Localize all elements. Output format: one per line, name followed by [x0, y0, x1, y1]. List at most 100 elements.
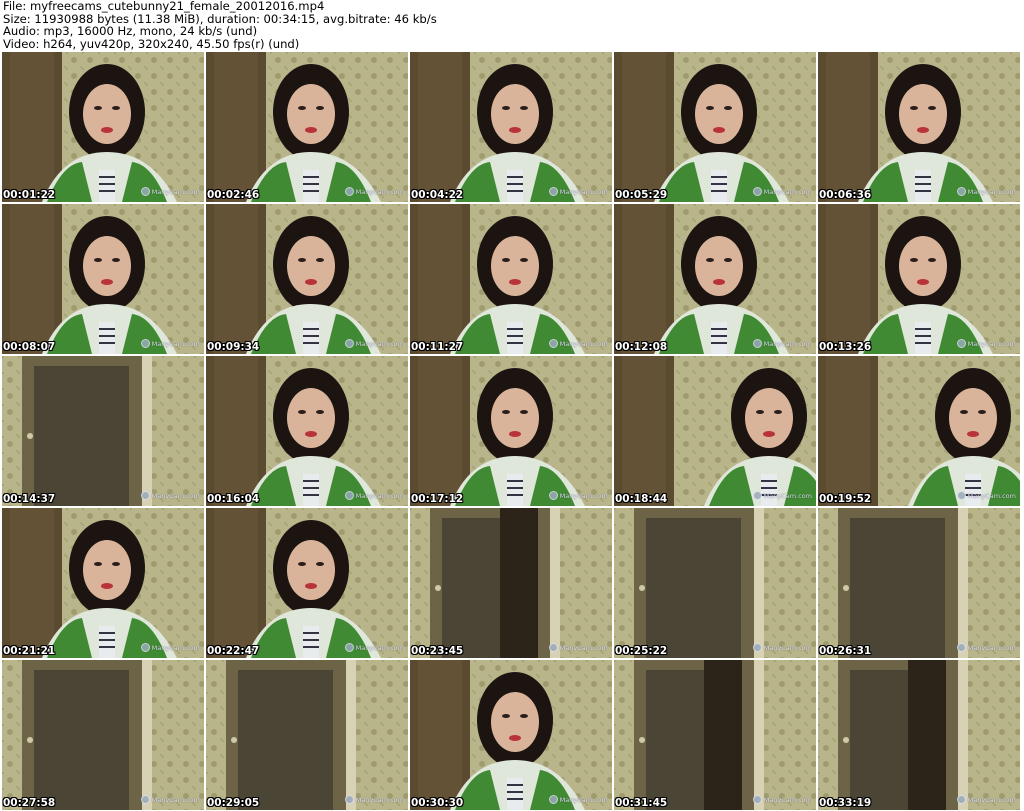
- timestamp: 00:26:31: [819, 645, 872, 657]
- timestamp: 00:22:47: [207, 645, 260, 657]
- globe-icon: [956, 795, 966, 804]
- watermark: ManyCam.com: [752, 795, 812, 804]
- frame-image: [2, 356, 204, 506]
- file-info-header: File: myfreecams_cutebunny21_female_2001…: [3, 0, 1021, 50]
- watermark: ManyCam.com: [548, 339, 608, 348]
- watermark: ManyCam.com: [752, 187, 812, 196]
- globe-icon: [752, 187, 762, 196]
- watermark: ManyCam.com: [344, 187, 404, 196]
- watermark-text: ManyCam.com: [967, 491, 1016, 500]
- thumbnail-frame: ManyCam.com 00:21:21: [2, 508, 204, 658]
- thumbnail-frame: ManyCam.com 00:13:26: [818, 204, 1020, 354]
- thumbnail-grid: ManyCam.com 00:01:22 ManyCam.com 00:02:46 Ma…: [2, 52, 1020, 810]
- globe-icon: [140, 491, 150, 500]
- watermark: ManyCam.com: [956, 795, 1016, 804]
- frame-image: [818, 508, 1020, 658]
- globe-icon: [752, 795, 762, 804]
- frame-image: [2, 660, 204, 810]
- thumbnail-frame: ManyCam.com 00:29:05: [206, 660, 408, 810]
- watermark-text: ManyCam.com: [763, 643, 812, 652]
- globe-icon: [752, 643, 762, 652]
- watermark: ManyCam.com: [956, 187, 1016, 196]
- watermark-text: ManyCam.com: [967, 795, 1016, 804]
- frame-image: [410, 52, 612, 202]
- globe-icon: [344, 339, 354, 348]
- globe-icon: [548, 491, 558, 500]
- thumbnail-frame: ManyCam.com 00:33:19: [818, 660, 1020, 810]
- watermark-text: ManyCam.com: [967, 187, 1016, 196]
- timestamp: 00:05:29: [615, 189, 668, 201]
- thumbnail-frame: ManyCam.com 00:30:30: [410, 660, 612, 810]
- thumbnail-frame: ManyCam.com 00:25:22: [614, 508, 816, 658]
- timestamp: 00:06:36: [819, 189, 872, 201]
- watermark: ManyCam.com: [344, 491, 404, 500]
- video-line: Video: h264, yuv420p, 320x240, 45.50 fps…: [3, 36, 300, 51]
- watermark-text: ManyCam.com: [559, 339, 608, 348]
- watermark: ManyCam.com: [140, 339, 200, 348]
- frame-image: [410, 508, 612, 658]
- thumbnail-frame: ManyCam.com 00:06:36: [818, 52, 1020, 202]
- thumbnail-frame: ManyCam.com 00:12:08: [614, 204, 816, 354]
- globe-icon: [548, 643, 558, 652]
- timestamp: 00:14:37: [3, 493, 56, 505]
- thumbnail-frame: ManyCam.com 00:19:52: [818, 356, 1020, 506]
- watermark-text: ManyCam.com: [967, 339, 1016, 348]
- timestamp: 00:19:52: [819, 493, 872, 505]
- timestamp: 00:27:58: [3, 797, 56, 809]
- watermark: ManyCam.com: [140, 795, 200, 804]
- watermark: ManyCam.com: [956, 643, 1016, 652]
- timestamp: 00:02:46: [207, 189, 260, 201]
- timestamp: 00:31:45: [615, 797, 668, 809]
- timestamp: 00:13:26: [819, 341, 872, 353]
- timestamp: 00:04:22: [411, 189, 464, 201]
- timestamp: 00:01:22: [3, 189, 56, 201]
- globe-icon: [140, 339, 150, 348]
- watermark: ManyCam.com: [752, 491, 812, 500]
- thumbnail-frame: ManyCam.com 00:08:07: [2, 204, 204, 354]
- watermark: ManyCam.com: [956, 491, 1016, 500]
- frame-image: [206, 52, 408, 202]
- frame-image: [206, 508, 408, 658]
- watermark-text: ManyCam.com: [559, 187, 608, 196]
- timestamp: 00:16:04: [207, 493, 260, 505]
- frame-image: [410, 356, 612, 506]
- thumbnail-frame: ManyCam.com 00:18:44: [614, 356, 816, 506]
- watermark: ManyCam.com: [548, 491, 608, 500]
- timestamp: 00:23:45: [411, 645, 464, 657]
- frame-image: [206, 660, 408, 810]
- watermark-text: ManyCam.com: [355, 491, 404, 500]
- timestamp: 00:29:05: [207, 797, 260, 809]
- watermark-text: ManyCam.com: [559, 491, 608, 500]
- frame-image: [614, 508, 816, 658]
- frame-image: [614, 204, 816, 354]
- watermark-text: ManyCam.com: [355, 339, 404, 348]
- watermark-text: ManyCam.com: [763, 187, 812, 196]
- watermark-text: ManyCam.com: [151, 187, 200, 196]
- file-name-line: File: myfreecams_cutebunny21_female_2001…: [3, 0, 325, 13]
- watermark-text: ManyCam.com: [763, 339, 812, 348]
- timestamp: 00:25:22: [615, 645, 668, 657]
- thumbnail-frame: ManyCam.com 00:05:29: [614, 52, 816, 202]
- timestamp: 00:08:07: [3, 341, 56, 353]
- watermark: ManyCam.com: [548, 795, 608, 804]
- globe-icon: [344, 491, 354, 500]
- globe-icon: [548, 339, 558, 348]
- thumbnail-frame: ManyCam.com 00:17:12: [410, 356, 612, 506]
- thumbnail-frame: ManyCam.com 00:04:22: [410, 52, 612, 202]
- frame-image: [410, 204, 612, 354]
- frame-image: [614, 52, 816, 202]
- globe-icon: [956, 491, 966, 500]
- globe-icon: [752, 491, 762, 500]
- watermark: ManyCam.com: [140, 187, 200, 196]
- timestamp: 00:09:34: [207, 341, 260, 353]
- watermark: ManyCam.com: [956, 339, 1016, 348]
- globe-icon: [548, 795, 558, 804]
- thumbnail-frame: ManyCam.com 00:27:58: [2, 660, 204, 810]
- frame-image: [818, 204, 1020, 354]
- globe-icon: [344, 643, 354, 652]
- watermark-text: ManyCam.com: [151, 491, 200, 500]
- watermark: ManyCam.com: [140, 643, 200, 652]
- watermark-text: ManyCam.com: [763, 795, 812, 804]
- globe-icon: [752, 339, 762, 348]
- frame-image: [2, 204, 204, 354]
